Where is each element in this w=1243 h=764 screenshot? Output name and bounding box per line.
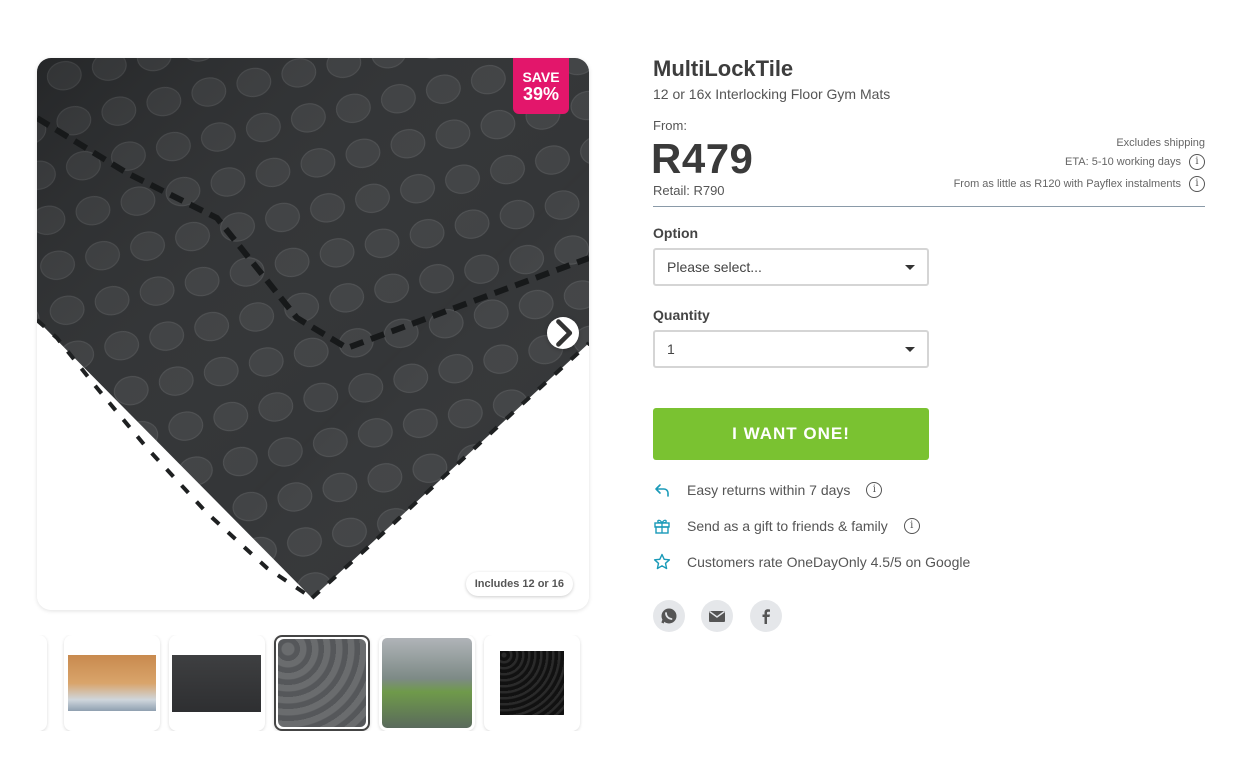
thumbnail-3[interactable] [169,635,265,731]
save-badge: SAVE 39% [513,58,569,114]
thumbnail-2[interactable] [64,635,160,731]
main-product-image[interactable]: SAVE 39% Includes 12 or 16 [37,58,589,610]
feature-text: Customers rate OneDayOnly 4.5/5 on Googl… [687,554,971,570]
return-arrow-icon [653,481,671,499]
info-icon[interactable]: i [1189,176,1205,192]
feature-rating: Customers rate OneDayOnly 4.5/5 on Googl… [653,551,970,573]
facebook-icon [762,609,770,624]
thumbnail-6[interactable] [484,635,580,731]
payflex-text: From as little as R120 with Payflex inst… [953,178,1181,190]
chevron-right-icon [556,319,573,347]
quantity-label: Quantity [653,307,710,323]
from-label: From: [653,118,687,133]
thumbnail-image [172,655,261,712]
share-whatsapp-button[interactable] [653,600,685,632]
feature-text: Easy returns within 7 days [687,482,851,498]
thumbnail-strip [37,635,589,731]
thumbnail-5[interactable] [379,635,475,731]
quantity-select-value: 1 [667,341,675,357]
feature-gift: Send as a gift to friends & family i [653,515,920,537]
caret-down-icon [905,265,915,270]
divider [653,206,1205,207]
eta-text: ETA: 5-10 working days [1065,156,1181,168]
star-icon [653,553,671,571]
thumbnail-4[interactable] [274,635,370,731]
thumbnail-1[interactable] [37,635,47,731]
info-icon[interactable]: i [866,482,883,498]
save-badge-percent: 39% [522,84,560,104]
caret-down-icon [905,347,915,352]
feature-returns: Easy returns within 7 days i [653,479,883,501]
next-image-button[interactable] [547,317,579,349]
thumbnail-image [500,651,564,715]
feature-text: Send as a gift to friends & family [687,518,888,534]
i-want-one-button[interactable]: I WANT ONE! [653,408,929,460]
product-subtitle: 12 or 16x Interlocking Floor Gym Mats [653,86,891,102]
quantity-select[interactable]: 1 [653,330,929,368]
option-label: Option [653,225,699,241]
product-title: MultiLockTile [653,56,794,81]
email-icon [709,610,725,622]
excludes-shipping-text: Excludes shipping [1116,137,1205,149]
share-email-button[interactable] [701,600,733,632]
info-icon[interactable]: i [903,518,920,534]
includes-badge: Includes 12 or 16 [465,572,573,596]
thumbnail-image [278,639,366,727]
save-badge-label: SAVE [522,69,560,85]
thumbnail-image [382,638,472,728]
info-icon[interactable]: i [1189,154,1205,170]
option-select[interactable]: Please select... [653,248,929,286]
whatsapp-icon [661,608,677,624]
gift-icon [653,517,671,535]
floor-mat-photo [37,58,589,610]
option-select-value: Please select... [667,259,762,275]
share-facebook-button[interactable] [750,600,782,632]
price: R479 [651,135,754,182]
shipping-info: Excludes shipping ETA: 5-10 working days… [954,135,1205,195]
thumbnail-image [68,655,156,711]
retail-price: Retail: R790 [653,183,725,198]
